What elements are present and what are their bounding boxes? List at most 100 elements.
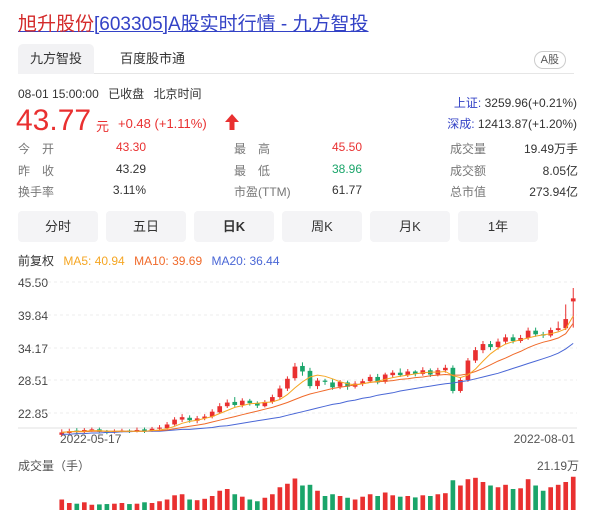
volume-bar [59, 499, 65, 510]
volume-bar [315, 490, 320, 510]
candle-body [239, 400, 245, 405]
candle-body [164, 424, 170, 429]
volume-bar [548, 487, 554, 510]
volume-bar [360, 496, 365, 510]
candle-body [397, 372, 403, 376]
volume-bar [435, 494, 441, 510]
candle-body [232, 401, 238, 405]
volume-bar [382, 492, 388, 510]
volume-bar [217, 490, 223, 510]
candle-body [570, 298, 576, 302]
candle-body [315, 380, 320, 387]
volume-bar [300, 485, 305, 510]
volume-bar [450, 480, 456, 510]
candle-body [217, 406, 223, 413]
volume-bar [443, 493, 448, 510]
volume-bar [187, 499, 192, 510]
volume-bar [112, 503, 117, 510]
volume-bar [458, 485, 463, 510]
volume-bar [495, 487, 501, 510]
candle-body [330, 382, 335, 388]
candle-body [172, 419, 177, 425]
candle-body [247, 400, 253, 404]
volume-bar [540, 490, 546, 510]
ma10-line [61, 323, 574, 433]
candle-body [480, 344, 486, 351]
volume-bar [503, 484, 508, 510]
volume-bar [270, 494, 275, 510]
volume-bar [119, 503, 125, 510]
volume-bar [473, 477, 478, 510]
volume-bar [277, 487, 283, 510]
volume-bar [164, 499, 170, 510]
volume-bar [390, 495, 396, 510]
volume-bar [375, 496, 381, 510]
volume-bar [262, 497, 268, 510]
volume-bar [254, 501, 260, 510]
candle-body [322, 380, 328, 382]
volume-bar [292, 478, 298, 510]
kline-chart[interactable] [0, 0, 593, 518]
volume-bar [397, 496, 403, 510]
candle-body [495, 341, 501, 348]
volume-bar [66, 503, 72, 510]
volume-bar [525, 479, 531, 510]
volume-bar [224, 489, 230, 510]
volume-bar [149, 503, 155, 510]
volume-bar [104, 504, 110, 510]
volume-bar [97, 504, 102, 510]
volume-bar [352, 499, 358, 510]
candle-body [488, 344, 493, 348]
volume-bar [465, 479, 471, 510]
volume-bar [427, 496, 433, 510]
candle-body [450, 367, 456, 391]
volume-bar [285, 483, 290, 510]
candle-body [443, 367, 448, 371]
volume-bar [570, 476, 576, 510]
volume-bar [81, 502, 87, 510]
volume-bar [412, 497, 418, 510]
candle-body [300, 365, 305, 372]
volume-bar [202, 498, 208, 510]
volume-bar [337, 496, 343, 510]
candle-body [473, 350, 478, 361]
volume-bar [563, 482, 569, 510]
candle-body [390, 372, 396, 376]
volume-bar [172, 495, 177, 510]
volume-bar [209, 496, 215, 510]
candle-body [465, 360, 471, 380]
volume-bar [232, 494, 238, 510]
candle-body [510, 337, 516, 342]
ma5-line [61, 315, 574, 433]
volume-bar [488, 485, 493, 510]
candle-body [555, 328, 561, 331]
candle-body [503, 337, 508, 342]
volume-bar [307, 484, 313, 510]
candle-body [285, 378, 290, 389]
volume-bar [518, 488, 523, 510]
volume-bar [330, 494, 335, 510]
volume-bar [179, 494, 185, 510]
volume-bar [345, 497, 350, 510]
candle-body [292, 366, 298, 379]
candle-body [367, 376, 373, 382]
volume-bar [510, 489, 516, 510]
candle-body [224, 402, 230, 407]
candle-body [187, 417, 192, 421]
volume-bar [142, 502, 147, 510]
candle-body [548, 330, 554, 336]
candle-body [525, 330, 531, 338]
candle-body [157, 427, 162, 429]
volume-bar [74, 503, 80, 510]
volume-bar [405, 496, 411, 510]
volume-bar [322, 496, 328, 510]
volume-bar [157, 501, 162, 510]
volume-bar [480, 482, 486, 510]
volume-bar [127, 504, 132, 510]
volume-bar [247, 499, 253, 510]
volume-bar [555, 484, 561, 510]
volume-bar [367, 494, 373, 510]
volume-bar [420, 495, 426, 510]
candle-body [533, 330, 538, 335]
volume-bar [194, 500, 200, 510]
